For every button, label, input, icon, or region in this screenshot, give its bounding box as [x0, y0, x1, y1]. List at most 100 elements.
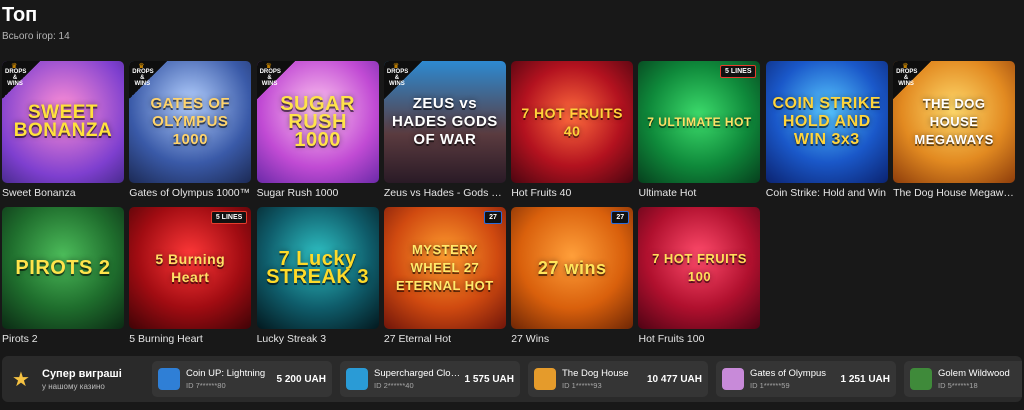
- game-name[interactable]: 5 Burning Heart: [129, 333, 251, 346]
- game-art-title: SUGAR RUSH 1000: [280, 93, 355, 151]
- win-amount: 1 251 UAH: [840, 373, 890, 385]
- win-info: Supercharged Clovers ID 2******40: [374, 368, 461, 390]
- game-tile-hot-fruits-100[interactable]: 7 HOT FRUITS 100 Hot Fruits 100: [638, 207, 761, 349]
- win-player-id: ID 5******18: [938, 381, 978, 390]
- game-art-title: GATES OF OLYMPUS 1000: [150, 95, 231, 148]
- game-art-title: PIROTS 2: [15, 257, 111, 279]
- lines-badge: 5 LINES: [720, 65, 757, 78]
- game-thumbnail[interactable]: ♛ DROPS & WINS SUGAR RUSH 1000: [256, 61, 379, 183]
- game-tile-coin-strike[interactable]: COIN STRIKE HOLD AND WIN 3x3 Coin Strike…: [765, 61, 888, 203]
- super-wins-subtitle: у нашому казино: [42, 381, 105, 391]
- drops-wins-badge: ♛ DROPS & WINS: [383, 61, 422, 99]
- drops-wins-badge: ♛ DROPS & WINS: [893, 61, 932, 99]
- game-thumbnail[interactable]: 5 LINES 7 ULTIMATE HOT: [638, 61, 761, 183]
- win-game-name: Coin UP: Lightning: [186, 368, 266, 379]
- game-tile-ultimate-hot[interactable]: 5 LINES 7 ULTIMATE HOT Ultimate Hot: [638, 61, 761, 203]
- game-thumbnail[interactable]: 7 HOT FRUITS 100: [638, 207, 761, 329]
- win-player-id: ID 2******40: [374, 381, 414, 390]
- game-thumbnail[interactable]: 7 HOT FRUITS 40: [511, 61, 634, 183]
- game-art-title: THE DOG HOUSE MEGAWAYS: [914, 96, 994, 147]
- game-name[interactable]: 27 Wins: [511, 333, 633, 346]
- game-art-title: 7 Lucky STREAK 3: [266, 248, 370, 288]
- game-thumbnail[interactable]: COIN STRIKE HOLD AND WIN 3x3: [765, 61, 888, 183]
- game-thumbnail[interactable]: 5 LINES 5 Burning Heart: [129, 207, 252, 329]
- win-game-thumbnail: [346, 368, 368, 390]
- game-art-title: 5 Burning Heart: [155, 251, 226, 285]
- game-name[interactable]: Hot Fruits 100: [638, 333, 760, 346]
- win-info: The Dog House ID 1******93: [562, 368, 643, 390]
- game-thumbnail[interactable]: ♛ DROPS & WINS THE DOG HOUSE MEGAWAYS: [893, 61, 1016, 183]
- drops-wins-badge: ♛ DROPS & WINS: [129, 61, 168, 99]
- game-art-title: 7 ULTIMATE HOT: [647, 115, 752, 129]
- game-name[interactable]: Ultimate Hot: [638, 187, 760, 200]
- game-art-title: MYSTERY WHEEL 27 ETERNAL HOT: [396, 242, 494, 293]
- super-wins-title: Супер виграші: [42, 367, 122, 380]
- win-amount: 1 575 UAH: [464, 373, 514, 385]
- game-tile-27-eternal-hot[interactable]: 27 MYSTERY WHEEL 27 ETERNAL HOT 27 Etern…: [383, 207, 506, 349]
- drops-wins-badge: ♛ DROPS & WINS: [2, 61, 40, 99]
- win-card[interactable]: Coin UP: Lightning ID 7******80 5 200 UA…: [152, 361, 332, 397]
- game-tile-5-burning-heart[interactable]: 5 LINES 5 Burning Heart 5 Burning Heart: [129, 207, 252, 349]
- game-tile-sugar-rush-1000[interactable]: ♛ DROPS & WINS SUGAR RUSH 1000 Sugar Rush…: [256, 61, 379, 203]
- win-game-thumbnail: [534, 368, 556, 390]
- game-name[interactable]: Gates of Olympus 1000™: [129, 187, 251, 200]
- game-name[interactable]: The Dog House Megaways: [893, 187, 1015, 200]
- game-name[interactable]: Lucky Streak 3: [257, 333, 379, 346]
- page-title: Топ: [2, 4, 38, 26]
- win-player-id: ID 1******93: [562, 381, 602, 390]
- game-thumbnail[interactable]: 7 Lucky STREAK 3: [256, 207, 379, 329]
- super-wins-bar: ★ Супер виграші у нашому казино Coin UP:…: [2, 356, 1022, 402]
- win-info: Golem Wildwood ID 5******18: [938, 368, 1016, 390]
- super-wins-heading: Супер виграші у нашому казино: [42, 368, 152, 391]
- lines-badge: 27: [484, 211, 502, 224]
- win-game-name: Gates of Olympus: [750, 368, 827, 379]
- game-art-title: 27 wins: [537, 258, 607, 278]
- game-thumbnail[interactable]: PIROTS 2: [2, 207, 124, 329]
- games-grid: ♛ DROPS & WINS SWEET BONANZA Sweet Bonanz…: [2, 61, 1016, 349]
- game-tile-gates-of-olympus-1000[interactable]: ♛ DROPS & WINS GATES OF OLYMPUS 1000 Gate…: [129, 61, 252, 203]
- win-game-thumbnail: [910, 368, 932, 390]
- win-amount: 5 200 UAH: [276, 373, 326, 385]
- win-info: Coin UP: Lightning ID 7******80: [186, 368, 273, 390]
- game-thumbnail[interactable]: ♛ DROPS & WINS ZEUS vs HADES GODS OF WAR: [383, 61, 506, 183]
- game-name[interactable]: Zeus vs Hades - Gods of War: [384, 187, 506, 200]
- win-game-name: Supercharged Clovers: [374, 368, 461, 379]
- game-art-title: COIN STRIKE HOLD AND WIN 3x3: [772, 95, 882, 148]
- game-name[interactable]: Coin Strike: Hold and Win: [766, 187, 888, 200]
- game-tile-lucky-streak-3[interactable]: 7 Lucky STREAK 3 Lucky Streak 3: [256, 207, 379, 349]
- game-tile-27-wins[interactable]: 27 27 wins 27 Wins: [511, 207, 634, 349]
- game-name[interactable]: 27 Eternal Hot: [384, 333, 506, 346]
- win-card[interactable]: Gates of Olympus ID 1******59 1 251 UAH: [716, 361, 896, 397]
- win-game-thumbnail: [722, 368, 744, 390]
- game-thumbnail[interactable]: 27 27 wins: [511, 207, 634, 329]
- game-thumbnail[interactable]: ♛ DROPS & WINS GATES OF OLYMPUS 1000: [129, 61, 252, 183]
- win-card[interactable]: Supercharged Clovers ID 2******40 1 575 …: [340, 361, 520, 397]
- game-art-title: 7 HOT FRUITS 100: [652, 251, 747, 284]
- game-art-title: 7 HOT FRUITS 40: [521, 105, 624, 139]
- game-name[interactable]: Sugar Rush 1000: [257, 187, 379, 200]
- win-player-id: ID 7******80: [186, 381, 226, 390]
- game-name[interactable]: Sweet Bonanza: [2, 187, 124, 200]
- game-art-title: ZEUS vs HADES GODS OF WAR: [391, 95, 498, 148]
- game-tile-zeus-vs-hades[interactable]: ♛ DROPS & WINS ZEUS vs HADES GODS OF WAR …: [383, 61, 506, 203]
- game-tile-pirots-2[interactable]: PIROTS 2 Pirots 2: [2, 207, 124, 349]
- game-tile-sweet-bonanza[interactable]: ♛ DROPS & WINS SWEET BONANZA Sweet Bonanz…: [2, 61, 124, 203]
- game-thumbnail[interactable]: ♛ DROPS & WINS SWEET BONANZA: [2, 61, 124, 183]
- game-tile-dog-house-megaways[interactable]: ♛ DROPS & WINS THE DOG HOUSE MEGAWAYS The…: [893, 61, 1016, 203]
- page-header: Топ Всього ігор: 14: [2, 3, 70, 42]
- win-player-id: ID 1******59: [750, 381, 790, 390]
- game-name[interactable]: Pirots 2: [2, 333, 124, 346]
- game-tile-hot-fruits-40[interactable]: 7 HOT FRUITS 40 Hot Fruits 40: [511, 61, 634, 203]
- game-thumbnail[interactable]: 27 MYSTERY WHEEL 27 ETERNAL HOT: [383, 207, 506, 329]
- win-game-thumbnail: [158, 368, 180, 390]
- game-name[interactable]: Hot Fruits 40: [511, 187, 633, 200]
- win-info: Gates of Olympus ID 1******59: [750, 368, 837, 390]
- win-card[interactable]: The Dog House ID 1******93 10 477 UAH: [528, 361, 708, 397]
- win-amount: 10 477 UAH: [646, 373, 702, 385]
- drops-wins-badge: ♛ DROPS & WINS: [256, 61, 295, 99]
- win-game-name: Golem Wildwood: [938, 368, 1010, 379]
- lines-badge: 5 LINES: [210, 211, 248, 224]
- win-card[interactable]: Golem Wildwood ID 5******18: [904, 361, 1022, 397]
- game-art-title: SWEET BONANZA: [13, 102, 113, 141]
- lines-badge: 27: [611, 211, 630, 224]
